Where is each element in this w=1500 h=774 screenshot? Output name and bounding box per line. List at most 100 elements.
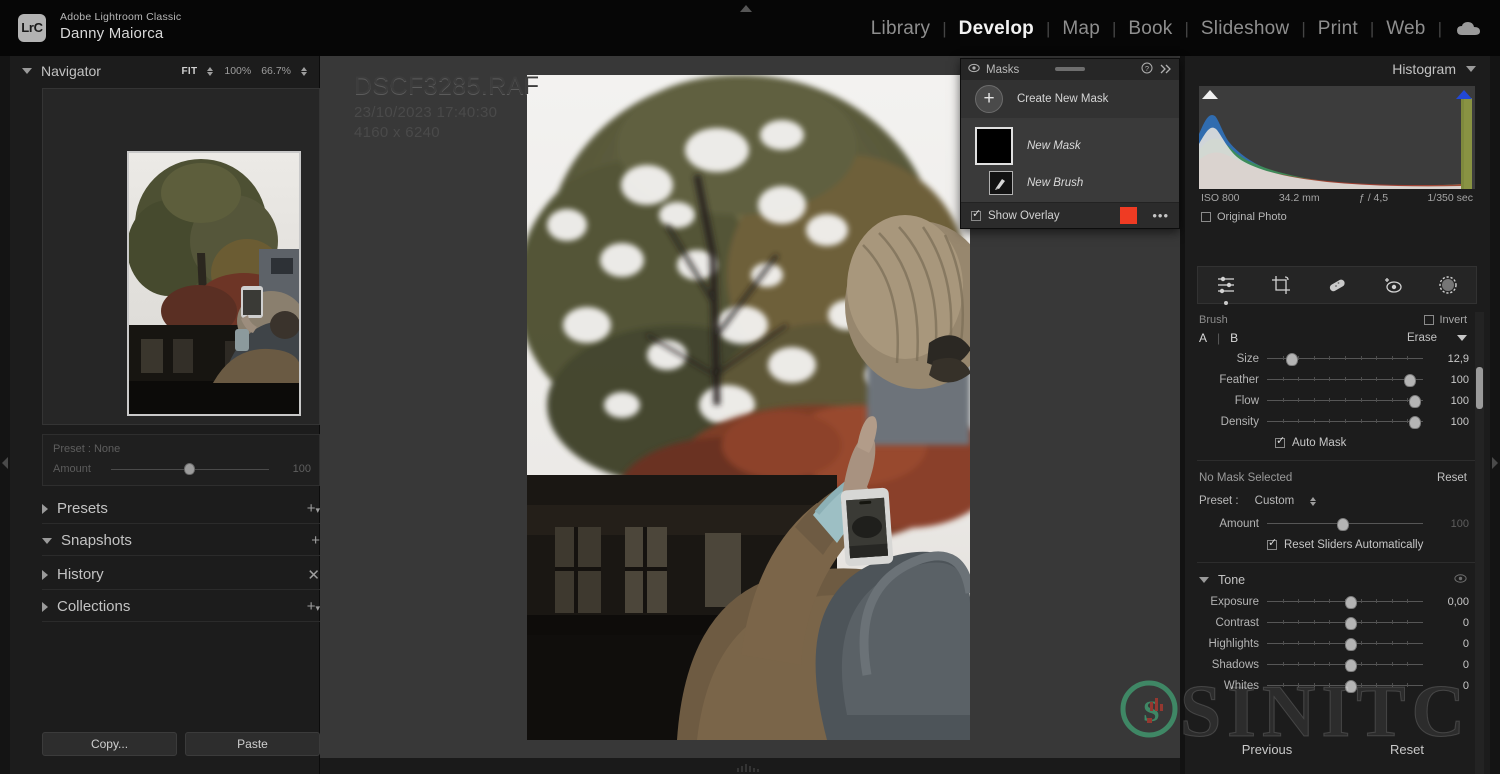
slider-whites[interactable]: Whites0 (1197, 675, 1469, 696)
red-eye-icon[interactable] (1380, 272, 1406, 298)
slider-flow[interactable]: Flow100 (1197, 390, 1469, 411)
mask-list-item[interactable]: New Mask (961, 124, 1179, 168)
original-photo-row[interactable]: Original Photo (1201, 211, 1287, 223)
slider-knob[interactable] (1345, 638, 1357, 651)
slider-density[interactable]: Density100 (1197, 411, 1469, 432)
top-panel-handle[interactable] (738, 0, 754, 9)
double-chevron-icon[interactable] (1160, 63, 1172, 77)
heal-icon[interactable] (1324, 272, 1350, 298)
module-slideshow[interactable]: Slideshow (1189, 18, 1301, 40)
slider-track[interactable] (1267, 354, 1423, 364)
brush-a-button[interactable]: A (1199, 331, 1207, 345)
sidebar-section-history[interactable]: History✕ (42, 560, 320, 590)
add-icon[interactable]: +▾ (307, 598, 320, 615)
crop-icon[interactable] (1268, 272, 1294, 298)
masks-header-actions[interactable]: ? (1141, 62, 1172, 77)
overlay-color-swatch[interactable] (1120, 207, 1137, 224)
histogram-disclosure-icon[interactable] (1466, 66, 1476, 72)
slider-knob[interactable] (1286, 353, 1298, 366)
sidebar-section-snapshots[interactable]: Snapshots+ (42, 526, 320, 556)
disclosure-icon[interactable] (42, 538, 52, 544)
mask-list-item[interactable]: New Brush (961, 168, 1179, 198)
zoom-stepper-icon[interactable] (301, 66, 308, 77)
disclosure-icon[interactable] (42, 602, 48, 612)
preset-amount-knob[interactable] (184, 463, 195, 475)
brush-mode-row[interactable]: A | B Erase (1197, 328, 1469, 348)
zoom-custom-label[interactable]: 66.7% (261, 65, 291, 77)
slider-knob[interactable] (1409, 395, 1421, 408)
slider-contrast[interactable]: Contrast0 (1197, 612, 1469, 633)
slider-track[interactable] (1267, 417, 1423, 427)
slider-knob[interactable] (1345, 659, 1357, 672)
invert-checkbox[interactable] (1424, 315, 1434, 325)
mask-preset-row[interactable]: Preset : Custom (1197, 489, 1469, 513)
slider-track[interactable] (1267, 597, 1423, 607)
navigator-zoom-levels[interactable]: FIT 100% 66.7% (181, 65, 308, 77)
tool-strip[interactable] (1197, 266, 1477, 304)
fit-stepper-icon[interactable] (207, 66, 214, 77)
masks-panel[interactable]: Masks ? + Create New Mask New Mask (960, 58, 1180, 229)
navigator-disclosure-icon[interactable] (22, 68, 32, 74)
slider-knob[interactable] (1345, 680, 1357, 693)
reset-button[interactable]: Reset (1337, 736, 1477, 762)
tone-section-header[interactable]: Tone (1197, 569, 1469, 591)
sidebar-section-collections[interactable]: Collections+▾ (42, 592, 320, 622)
navigator-thumbnail[interactable] (127, 151, 301, 416)
preset-amount-slider[interactable] (111, 469, 269, 470)
slider-size[interactable]: Size12,9 (1197, 348, 1469, 369)
collapse-left-panel-icon[interactable] (1, 456, 9, 470)
overlay-options-icon[interactable]: ••• (1152, 208, 1169, 223)
auto-mask-row[interactable]: Auto Mask (1197, 432, 1469, 454)
right-panel-scrollbar[interactable] (1475, 312, 1484, 774)
left-panel-gutter[interactable] (0, 56, 10, 774)
basic-edit-icon[interactable] (1213, 272, 1239, 298)
clear-history-icon[interactable]: ✕ (307, 566, 320, 584)
mask-amount-row[interactable]: Amount 100 (1197, 513, 1469, 534)
plus-icon[interactable]: + (975, 85, 1003, 113)
navigator-preview[interactable] (42, 88, 320, 425)
module-develop[interactable]: Develop (947, 18, 1046, 40)
module-picker[interactable]: Library|Develop|Map|Book|Slideshow|Print… (859, 18, 1486, 40)
mask-amount-knob[interactable] (1337, 518, 1349, 531)
show-overlay-row[interactable]: Show Overlay ••• (961, 202, 1179, 228)
slider-knob[interactable] (1345, 596, 1357, 609)
slider-exposure[interactable]: Exposure0,00 (1197, 591, 1469, 612)
slider-track[interactable] (1267, 375, 1423, 385)
disclosure-icon[interactable] (42, 570, 48, 580)
tone-disclosure-icon[interactable] (1199, 577, 1209, 583)
invert-row[interactable]: Invert (1424, 314, 1467, 326)
auto-mask-checkbox[interactable] (1275, 438, 1285, 448)
module-web[interactable]: Web (1374, 18, 1437, 40)
slider-track[interactable] (1267, 396, 1423, 406)
slider-track[interactable] (1267, 681, 1423, 691)
mask-eye-icon[interactable] (968, 61, 980, 79)
slider-track[interactable] (1267, 639, 1423, 649)
module-print[interactable]: Print (1306, 18, 1370, 40)
preset-value[interactable]: None (94, 443, 120, 455)
mask-preset-stepper-icon[interactable] (1310, 496, 1317, 507)
masks-panel-header[interactable]: Masks ? (961, 59, 1179, 80)
slider-knob[interactable] (1345, 617, 1357, 630)
reset-sliders-checkbox[interactable] (1267, 540, 1277, 550)
add-icon[interactable]: +▾ (307, 500, 320, 517)
masking-icon[interactable] (1435, 272, 1461, 298)
reset-sliders-row[interactable]: Reset Sliders Automatically (1197, 534, 1469, 556)
original-photo-checkbox[interactable] (1201, 212, 1211, 222)
main-photo[interactable] (527, 75, 970, 740)
previous-button[interactable]: Previous (1197, 736, 1337, 762)
mask-amount-slider[interactable] (1267, 519, 1423, 529)
slider-track[interactable] (1267, 618, 1423, 628)
mask-reset-button[interactable]: Reset (1437, 472, 1467, 484)
create-new-mask-button[interactable]: + Create New Mask (961, 80, 1179, 118)
slider-track[interactable] (1267, 660, 1423, 670)
slider-knob[interactable] (1409, 416, 1421, 429)
brush-options-chevron-icon[interactable] (1457, 335, 1467, 341)
scrollbar-thumb[interactable] (1476, 367, 1483, 409)
tone-visibility-icon[interactable] (1454, 573, 1467, 587)
highlight-clipping-indicator[interactable] (1456, 90, 1472, 99)
module-book[interactable]: Book (1116, 18, 1184, 40)
module-library[interactable]: Library (859, 18, 942, 40)
histogram-chart[interactable] (1199, 86, 1475, 189)
module-map[interactable]: Map (1050, 18, 1112, 40)
right-panel-gutter[interactable] (1490, 56, 1500, 774)
